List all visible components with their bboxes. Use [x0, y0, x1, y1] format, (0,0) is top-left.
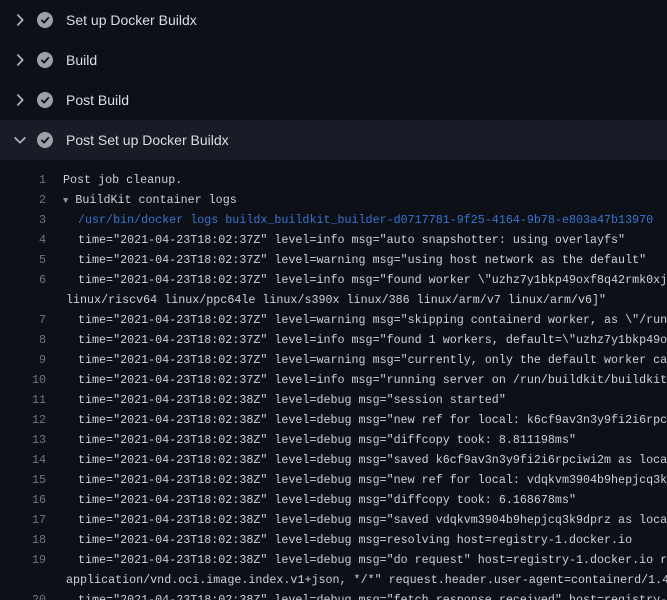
log-line-number[interactable]: 10 [0, 370, 46, 390]
log-line: application/vnd.oci.image.index.v1+json,… [0, 570, 667, 590]
log-line-number[interactable]: 9 [0, 350, 46, 370]
log-line-number[interactable]: 6 [0, 270, 46, 290]
log-line-number[interactable]: 15 [0, 470, 46, 490]
log-line-number[interactable]: 16 [0, 490, 46, 510]
log-line: 18 time="2021-04-23T18:02:38Z" level=deb… [0, 530, 667, 550]
log-line-number[interactable]: 11 [0, 390, 46, 410]
log-line-number[interactable]: 1 [0, 170, 46, 190]
log-line-number[interactable]: 4 [0, 230, 46, 250]
log-line-text: Post job cleanup. [63, 170, 182, 190]
step-header[interactable]: Post Set up Docker Buildx [0, 120, 667, 160]
chevron-right-icon [12, 52, 28, 68]
log-line: linux/riscv64 linux/ppc64le linux/s390x … [0, 290, 667, 310]
log-line-text: time="2021-04-23T18:02:38Z" level=debug … [78, 530, 632, 550]
log-line: 15 time="2021-04-23T18:02:38Z" level=deb… [0, 470, 667, 490]
log-line-text: time="2021-04-23T18:02:38Z" level=debug … [78, 550, 667, 570]
log-line: 12 time="2021-04-23T18:02:38Z" level=deb… [0, 410, 667, 430]
log-line: 14 time="2021-04-23T18:02:38Z" level=deb… [0, 450, 667, 470]
log-line-text: time="2021-04-23T18:02:38Z" level=debug … [78, 470, 667, 490]
log-line: 4 time="2021-04-23T18:02:37Z" level=info… [0, 230, 667, 250]
log-line: 5 time="2021-04-23T18:02:37Z" level=warn… [0, 250, 667, 270]
log-line: 6 time="2021-04-23T18:02:37Z" level=info… [0, 270, 667, 290]
log-line-number[interactable]: 7 [0, 310, 46, 330]
step-title: Post Build [66, 92, 129, 108]
chevron-right-icon [12, 92, 28, 108]
log-line: 1 Post job cleanup. [0, 170, 667, 190]
log-line: 16 time="2021-04-23T18:02:38Z" level=deb… [0, 490, 667, 510]
check-circle-icon [37, 132, 53, 148]
log-line: 13 time="2021-04-23T18:02:38Z" level=deb… [0, 430, 667, 450]
log-line: 7 time="2021-04-23T18:02:37Z" level=warn… [0, 310, 667, 330]
log-line: 10 time="2021-04-23T18:02:37Z" level=inf… [0, 370, 667, 390]
log-line-text: time="2021-04-23T18:02:38Z" level=debug … [78, 510, 667, 530]
log-line-text: /usr/bin/docker logs buildx_buildkit_bui… [78, 210, 653, 230]
log-line-text: time="2021-04-23T18:02:38Z" level=debug … [78, 450, 667, 470]
check-circle-icon [37, 12, 53, 28]
log-line-number[interactable] [0, 570, 46, 590]
log-line: 3 /usr/bin/docker logs buildx_buildkit_b… [0, 210, 667, 230]
log-line: 11 time="2021-04-23T18:02:38Z" level=deb… [0, 390, 667, 410]
collapse-triangle-icon: ▼ [63, 196, 68, 206]
log-line-text: time="2021-04-23T18:02:38Z" level=debug … [78, 390, 506, 410]
step-header[interactable]: Post Build [0, 80, 667, 120]
log-line-number[interactable]: 13 [0, 430, 46, 450]
log-group-label: BuildKit container logs [75, 193, 236, 207]
log-line-number[interactable] [0, 290, 46, 310]
log-line-number[interactable]: 18 [0, 530, 46, 550]
log-content: 1 Post job cleanup. 2 ▼ BuildKit containe… [0, 160, 667, 600]
log-line-text: time="2021-04-23T18:02:37Z" level=warnin… [78, 350, 667, 370]
log-line-text: application/vnd.oci.image.index.v1+json,… [66, 570, 667, 590]
log-line-text: ▼ BuildKit container logs [63, 190, 237, 210]
steps-list: Set up Docker Buildx Build Post Buil [0, 0, 667, 600]
log-line-number[interactable]: 17 [0, 510, 46, 530]
step-title: Build [66, 52, 97, 68]
log-line: 17 time="2021-04-23T18:02:38Z" level=deb… [0, 510, 667, 530]
log-line-number[interactable]: 14 [0, 450, 46, 470]
log-line-number[interactable]: 3 [0, 210, 46, 230]
workflow-log-viewer: Set up Docker Buildx Build Post Buil [0, 0, 667, 600]
log-line-text: time="2021-04-23T18:02:37Z" level=info m… [78, 370, 667, 390]
log-line-number[interactable]: 20 [0, 590, 46, 600]
log-line-number[interactable]: 5 [0, 250, 46, 270]
log-line-text: time="2021-04-23T18:02:37Z" level=info m… [78, 330, 667, 350]
log-line-text: linux/riscv64 linux/ppc64le linux/s390x … [66, 290, 606, 310]
log-line-text: time="2021-04-23T18:02:38Z" level=debug … [78, 430, 576, 450]
log-group-toggle[interactable]: 2 ▼ BuildKit container logs [0, 190, 667, 210]
step-header[interactable]: Build [0, 40, 667, 80]
chevron-down-icon [12, 132, 28, 148]
log-line-text: time="2021-04-23T18:02:38Z" level=debug … [78, 590, 667, 600]
step-header[interactable]: Set up Docker Buildx [0, 0, 667, 40]
check-circle-icon [37, 52, 53, 68]
log-line-number[interactable]: 19 [0, 550, 46, 570]
log-line-number[interactable]: 2 [0, 190, 46, 210]
log-line-text: time="2021-04-23T18:02:38Z" level=debug … [78, 410, 667, 430]
log-line: 19 time="2021-04-23T18:02:38Z" level=deb… [0, 550, 667, 570]
log-line: 9 time="2021-04-23T18:02:37Z" level=warn… [0, 350, 667, 370]
log-line: 20 time="2021-04-23T18:02:38Z" level=deb… [0, 590, 667, 600]
step-title: Post Set up Docker Buildx [66, 132, 229, 148]
log-line-text: time="2021-04-23T18:02:37Z" level=warnin… [78, 250, 646, 270]
step-title: Set up Docker Buildx [66, 12, 197, 28]
log-line-text: time="2021-04-23T18:02:37Z" level=info m… [78, 270, 667, 290]
log-line-text: time="2021-04-23T18:02:37Z" level=warnin… [78, 310, 667, 330]
log-line: 8 time="2021-04-23T18:02:37Z" level=info… [0, 330, 667, 350]
log-line-number[interactable]: 12 [0, 410, 46, 430]
log-line-text: time="2021-04-23T18:02:37Z" level=info m… [78, 230, 625, 250]
log-line-number[interactable]: 8 [0, 330, 46, 350]
log-line-text: time="2021-04-23T18:02:38Z" level=debug … [78, 490, 576, 510]
chevron-right-icon [12, 12, 28, 28]
check-circle-icon [37, 92, 53, 108]
